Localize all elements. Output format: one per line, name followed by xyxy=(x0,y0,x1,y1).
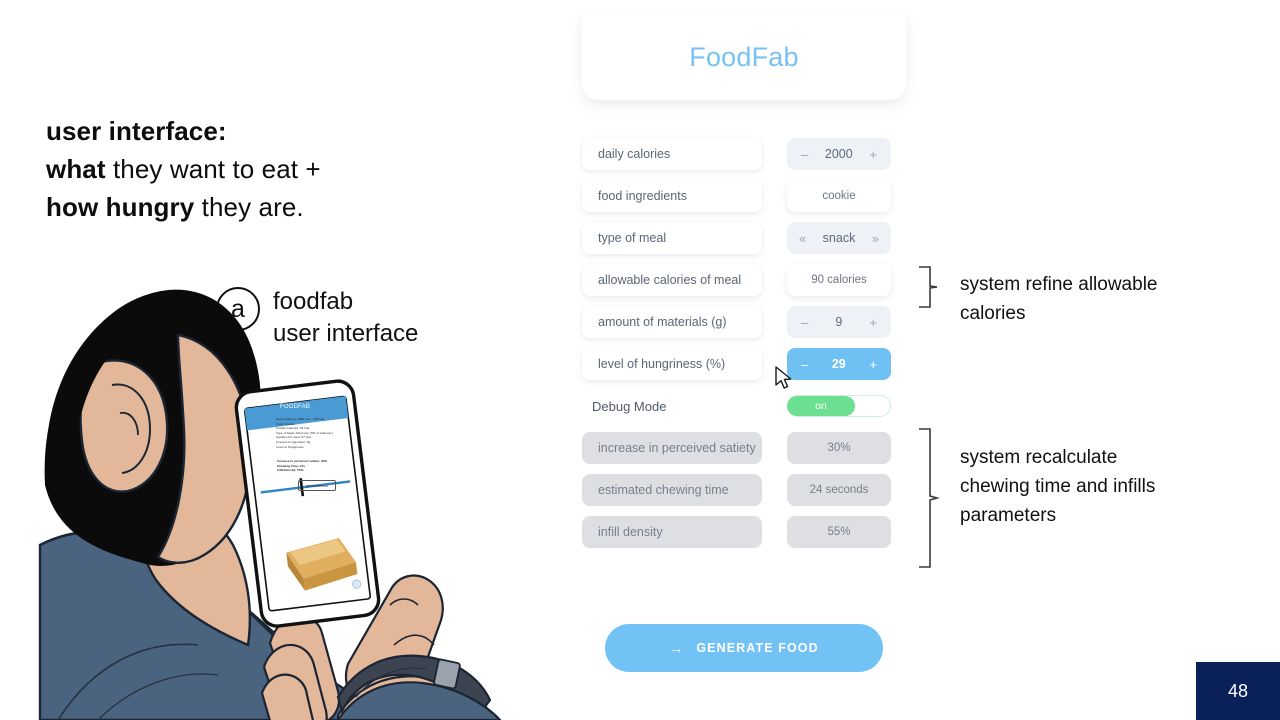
annotation-line: parameters xyxy=(960,505,1057,526)
row-amount-of-materials: amount of materials (g) – 9 + xyxy=(582,306,906,338)
row-chewing-time: estimated chewing time 24 seconds xyxy=(582,474,906,506)
brace-recalculate-params xyxy=(916,428,940,573)
arrow-right-icon: → xyxy=(669,640,685,656)
value-food-ingredients[interactable]: cookie xyxy=(787,180,891,212)
generate-food-button[interactable]: → GENERATE FOOD xyxy=(605,624,883,672)
phone-line: Level of Hungriness xyxy=(276,444,304,449)
decrement-icon[interactable]: – xyxy=(801,316,808,329)
foodfab-app-mockup: FoodFab daily calories – 2000 + food ing… xyxy=(582,14,906,704)
phone-result-line: Infill Density: 55% xyxy=(277,468,304,473)
headline-line-3-rest: they are. xyxy=(194,192,304,222)
label-level-of-hungriness: level of hungriness (%) xyxy=(582,348,762,380)
value-chewing-time: 24 seconds xyxy=(787,474,891,506)
row-type-of-meal: type of meal « snack » xyxy=(582,222,906,254)
label-allowable-calories: allowable calories of meal xyxy=(582,264,762,296)
label-debug-mode: Debug Mode xyxy=(592,398,667,414)
row-food-ingredients: food ingredients cookie xyxy=(582,180,906,212)
stepper-amount-of-materials[interactable]: – 9 + xyxy=(787,306,891,338)
label-amount-of-materials: amount of materials (g) xyxy=(582,306,762,338)
row-infill-density: infill density 55% xyxy=(582,516,906,548)
value-perceived-satiety: 30% xyxy=(787,432,891,464)
chevron-left-icon[interactable]: « xyxy=(799,232,806,245)
annotation-line: system refine allowable xyxy=(960,274,1158,295)
toggle-debug-mode[interactable]: on xyxy=(787,395,891,417)
increment-icon[interactable]: + xyxy=(869,148,877,161)
row-daily-calories: daily calories – 2000 + xyxy=(582,138,906,170)
annotation-line: chewing time and infills xyxy=(960,476,1156,497)
phone-generate-button: generated food xyxy=(298,480,336,491)
annotation-line: calories xyxy=(960,303,1026,324)
increment-icon[interactable]: + xyxy=(869,316,877,329)
annotation-line: system recalculate xyxy=(960,447,1118,468)
headline-line-2-rest: they want to eat + xyxy=(105,154,321,184)
generate-food-label: GENERATE FOOD xyxy=(696,641,819,655)
phone-app-header: FOODFAB xyxy=(280,404,311,410)
value-daily-calories: 2000 xyxy=(824,147,853,161)
label-daily-calories: daily calories xyxy=(582,138,762,170)
annotation-refine-calories: system refine allowable calories xyxy=(960,270,1230,328)
stepper-level-of-hungriness[interactable]: – 29 + xyxy=(787,348,891,380)
selector-type-of-meal[interactable]: « snack » xyxy=(787,222,891,254)
label-infill-density: infill density xyxy=(582,516,762,548)
value-type-of-meal: snack xyxy=(822,231,856,245)
increment-icon[interactable]: + xyxy=(869,358,877,371)
value-level-of-hungriness: 29 xyxy=(831,357,846,371)
label-chewing-time: estimated chewing time xyxy=(582,474,762,506)
page-title: user interface: what they want to eat + … xyxy=(46,112,516,226)
annotation-recalculate: system recalculate chewing time and infi… xyxy=(960,443,1230,530)
decrement-icon[interactable]: – xyxy=(801,148,808,161)
phone-screen-readout: Daily Calories: 2000 Cal. - 290 Cal. Foo… xyxy=(276,417,340,449)
value-infill-density: 55% xyxy=(787,516,891,548)
page-number-badge: 48 xyxy=(1196,662,1280,720)
app-title: FoodFab xyxy=(689,42,799,72)
label-food-ingredients: food ingredients xyxy=(582,180,762,212)
value-allowable-calories: 90 calories xyxy=(787,264,891,296)
brace-allowable-calories xyxy=(916,266,940,313)
illustration-person-holding-phone xyxy=(38,245,508,720)
row-perceived-satiety: increase in perceived satiety 30% xyxy=(582,432,906,464)
headline-line-1: user interface: xyxy=(46,116,227,146)
headline-line-2-bold: what xyxy=(46,154,106,184)
label-perceived-satiety: increase in perceived satiety xyxy=(582,432,762,464)
stepper-daily-calories[interactable]: – 2000 + xyxy=(787,138,891,170)
decrement-icon[interactable]: – xyxy=(801,358,808,371)
value-amount-of-materials: 9 xyxy=(835,315,843,329)
toggle-state-label: on xyxy=(787,396,855,416)
headline-line-3-bold: how hungry xyxy=(46,192,195,222)
phone-screen-results: Increase in perceived satiety: 30% Chewi… xyxy=(277,459,341,473)
row-allowable-calories: allowable calories of meal 90 calories xyxy=(582,264,906,296)
label-type-of-meal: type of meal xyxy=(582,222,762,254)
row-debug-mode: Debug Mode on xyxy=(582,390,906,422)
row-level-of-hungriness: level of hungriness (%) – 29 + xyxy=(582,348,906,380)
chevron-right-icon[interactable]: » xyxy=(872,232,879,245)
app-settings-list: daily calories – 2000 + food ingredients… xyxy=(582,138,906,558)
